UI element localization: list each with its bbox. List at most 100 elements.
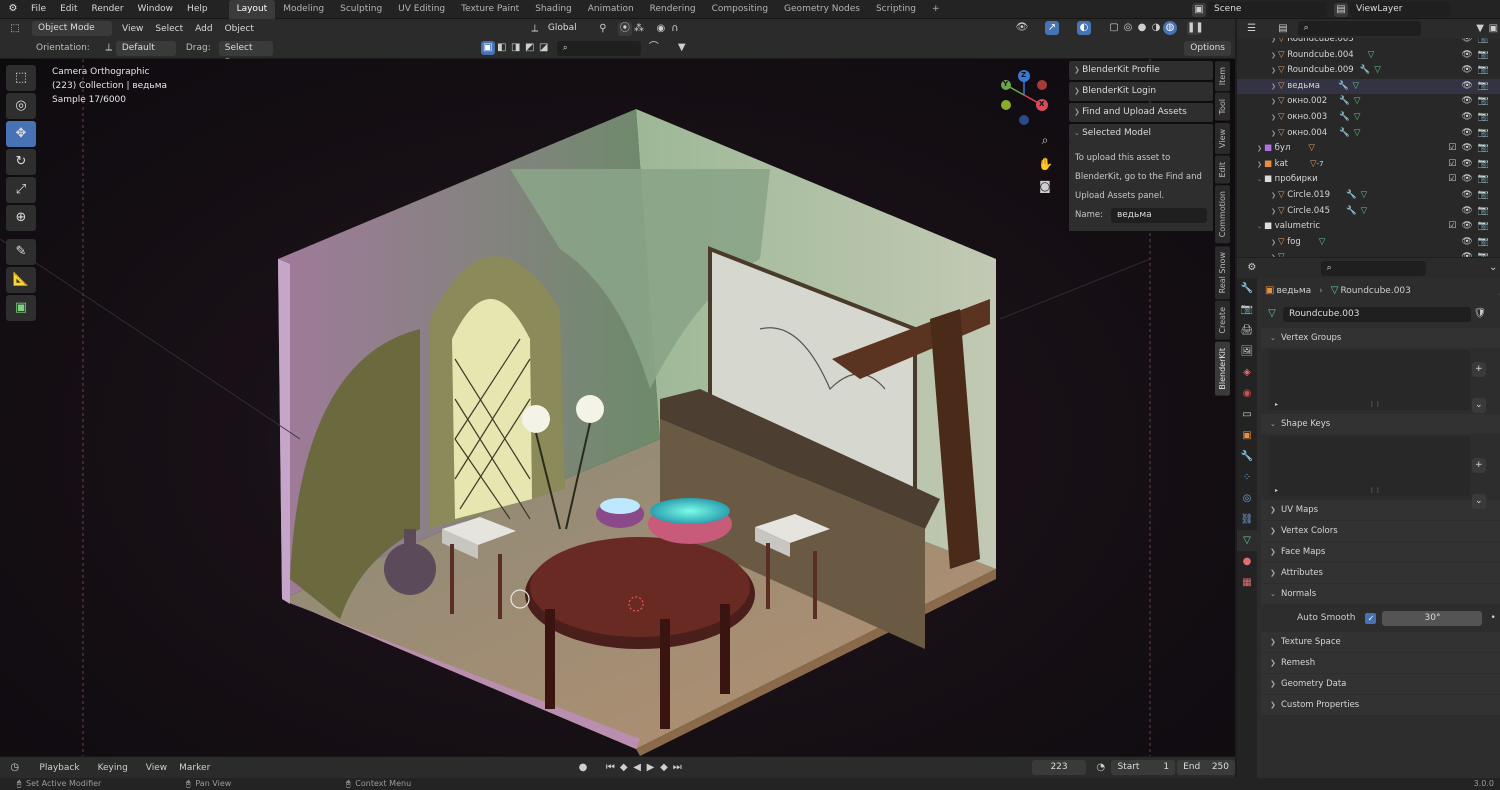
name-field[interactable]: ведьма xyxy=(1110,208,1207,223)
wireframe-shading-icon[interactable]: ◎ xyxy=(1121,21,1135,35)
current-frame-field[interactable]: 223 xyxy=(1032,760,1087,775)
menu-object[interactable]: Object xyxy=(225,24,254,34)
xray-icon[interactable]: ▢ xyxy=(1107,21,1121,35)
auto-smooth-angle-field[interactable]: 30° xyxy=(1382,610,1483,626)
outliner-row[interactable]: ❯ ■ kat ▽-7 ☑👁📷 xyxy=(1237,157,1500,173)
outliner-row[interactable]: ❯ ▽ Circle.019 🔧 ▽ 👁📷 xyxy=(1237,188,1500,204)
outliner-filter-icon[interactable]: ▼ xyxy=(1473,22,1486,36)
measure-tool-icon[interactable]: 📐 xyxy=(6,267,36,293)
falloff-icon[interactable]: ∩ xyxy=(668,22,682,36)
tab-real-snow[interactable]: Real Snow xyxy=(1215,245,1230,299)
find-upload-assets-header[interactable]: ❯ Find and Upload Assets xyxy=(1069,103,1213,122)
blenderkit-login-header[interactable]: ❯ BlenderKit Login xyxy=(1069,82,1213,101)
rotate-tool-icon[interactable]: ↻ xyxy=(6,149,36,175)
render-properties-icon[interactable]: 📷 xyxy=(1237,299,1257,320)
outliner-row[interactable]: ❯ ▽ ...👁📷 xyxy=(1237,250,1500,257)
next-key-icon[interactable]: ◆ xyxy=(657,761,670,775)
outliner-row[interactable]: ❯ ▽ fog ▽ 👁📷 xyxy=(1237,235,1500,251)
pan-hand-icon[interactable]: ✋ xyxy=(1038,157,1053,171)
normals-header[interactable]: ⌄ Normals xyxy=(1261,584,1500,604)
add-cube-tool-icon[interactable]: ▣ xyxy=(6,295,36,321)
remesh-header[interactable]: ❯ Remesh xyxy=(1261,653,1500,673)
texture-properties-icon[interactable]: ▦ xyxy=(1237,572,1257,593)
outliner-row-selected[interactable]: ❯ ▽ ведьма 🔧 ▽ 👁📷 xyxy=(1237,78,1500,95)
view-layer-properties-icon[interactable]: 🖼 xyxy=(1237,341,1257,362)
blenderkit-profile-header[interactable]: ❯ BlenderKit Profile xyxy=(1069,61,1213,80)
marker-menu[interactable]: Marker xyxy=(179,763,210,773)
cursor-tool-icon[interactable]: ◎ xyxy=(6,93,36,119)
select-mode-intersect-icon[interactable]: ◪ xyxy=(537,41,551,55)
modifier-properties-icon[interactable]: 🔧 xyxy=(1237,446,1257,467)
transform-tool-icon[interactable]: ⊕ xyxy=(6,205,36,231)
outliner-row[interactable]: ❯ ▽ Roundcube.009 🔧 ▽ 👁📷 xyxy=(1237,63,1500,79)
zoom-icon[interactable]: ⌕ xyxy=(1038,133,1052,147)
tab-sculpting[interactable]: Sculpting xyxy=(332,0,390,19)
tab-item[interactable]: Item xyxy=(1215,61,1230,92)
face-maps-header[interactable]: ❯ Face Maps xyxy=(1261,542,1500,562)
properties-options-icon[interactable]: ⌄ xyxy=(1486,261,1500,275)
material-properties-icon[interactable]: ● xyxy=(1237,551,1257,572)
shape-keys-header[interactable]: ⌄ Shape Keys xyxy=(1261,414,1500,434)
outliner-row[interactable]: ❯ ▽ окно.002 🔧 ▽ 👁📷 xyxy=(1237,94,1500,110)
options-button[interactable]: Options xyxy=(1184,41,1231,56)
outliner-row[interactable]: ❯ ▽ окно.003 🔧 ▽ 👁📷 xyxy=(1237,110,1500,126)
snap-target-icon[interactable]: ⁂ xyxy=(632,22,646,36)
mesh-name-field[interactable]: Roundcube.003 xyxy=(1283,306,1471,322)
breadcrumb-object[interactable]: ведьма xyxy=(1276,286,1311,296)
mesh-browse-icon[interactable]: ▽ xyxy=(1265,307,1279,321)
viewport-search-field[interactable]: ⌕ xyxy=(556,40,641,56)
tab-compositing[interactable]: Compositing xyxy=(704,0,776,19)
select-mode-subtract-icon[interactable]: ◨ xyxy=(509,41,523,55)
play-icon[interactable]: ▶ xyxy=(644,761,657,775)
outliner-row[interactable]: ⌄ ■ valumetric ☑👁📷 xyxy=(1237,219,1500,235)
constraints-properties-icon[interactable]: ⛓ xyxy=(1237,509,1257,530)
overlay-icon[interactable]: ◐ xyxy=(1077,21,1091,35)
gizmo-icon[interactable]: ↗ xyxy=(1045,21,1059,35)
animate-property-dot[interactable]: • xyxy=(1490,613,1495,623)
material-shading-icon[interactable]: ◑ xyxy=(1149,21,1163,35)
outliner-search-field[interactable]: ⌕ xyxy=(1297,21,1422,36)
navigation-gizmo[interactable]: Z X Y xyxy=(998,67,1050,129)
breadcrumb-mesh[interactable]: Roundcube.003 xyxy=(1340,286,1410,296)
solid-shading-icon[interactable]: ● xyxy=(1135,21,1149,35)
tab-blenderkit[interactable]: BlenderKit xyxy=(1215,341,1230,396)
end-frame-field[interactable]: End 250 xyxy=(1177,760,1236,775)
tab-animation[interactable]: Animation xyxy=(580,0,642,19)
tab-create[interactable]: Create xyxy=(1215,300,1230,340)
jump-start-icon[interactable]: ⏮ xyxy=(604,761,617,775)
object-properties-icon[interactable]: ▣ xyxy=(1237,425,1257,446)
texture-space-header[interactable]: ❯ Texture Space xyxy=(1261,632,1500,652)
record-icon[interactable]: ● xyxy=(576,761,589,775)
menu-view[interactable]: View xyxy=(122,24,143,34)
vertex-colors-header[interactable]: ❯ Vertex Colors xyxy=(1261,521,1500,541)
vertex-groups-list[interactable]: ▸ ⋮⋮ xyxy=(1269,350,1470,410)
attributes-header[interactable]: ❯ Attributes xyxy=(1261,563,1500,583)
tab-rendering[interactable]: Rendering xyxy=(642,0,704,19)
rendered-shading-icon[interactable]: ◍ xyxy=(1163,21,1177,35)
tool-properties-icon[interactable]: 🔧 xyxy=(1237,278,1257,299)
uv-maps-header[interactable]: ❯ UV Maps xyxy=(1261,500,1500,520)
shape-keys-list[interactable]: ▸ ⋮⋮ xyxy=(1269,436,1470,496)
outliner-row[interactable]: ❯ ■ бул ▽ ☑👁📷 xyxy=(1237,141,1500,157)
outliner-row[interactable]: ⌄ ■ пробирки ☑👁📷 xyxy=(1237,172,1500,188)
outliner-row[interactable]: ❯ ▽ Circle.045 🔧 ▽ 👁📷 xyxy=(1237,204,1500,220)
orientation-select[interactable]: Default xyxy=(115,40,176,56)
tab-modeling[interactable]: Modeling xyxy=(275,0,332,19)
menu-add[interactable]: Add xyxy=(195,24,212,34)
viewlayer-icon[interactable]: ▤ xyxy=(1334,2,1348,17)
blender-logo-icon[interactable]: ⚙ xyxy=(6,2,20,16)
visibility-icon[interactable]: 👁 xyxy=(1015,21,1029,35)
prev-key-icon[interactable]: ◆ xyxy=(617,761,630,775)
collection-properties-icon[interactable]: ▭ xyxy=(1237,404,1257,425)
geometry-data-header[interactable]: ❯ Geometry Data xyxy=(1261,674,1500,694)
editor-type-icon[interactable]: ⬚ xyxy=(8,22,22,36)
select-mode-invert-icon[interactable]: ◩ xyxy=(523,41,537,55)
outliner-row[interactable]: ❯ ▽ окно.004 🔧 ▽ 👁📷 xyxy=(1237,126,1500,142)
shape-key-menu-button[interactable]: ⌄ xyxy=(1472,494,1486,509)
menu-render[interactable]: Render xyxy=(85,0,131,19)
tab-commotion[interactable]: Commotion xyxy=(1215,185,1230,244)
filter-icon[interactable]: ▼ xyxy=(675,41,689,55)
select-mode-set-icon[interactable]: ▣ xyxy=(480,41,495,55)
menu-help[interactable]: Help xyxy=(180,0,215,19)
transform-orientation-icon[interactable]: ⟂ xyxy=(528,22,542,36)
